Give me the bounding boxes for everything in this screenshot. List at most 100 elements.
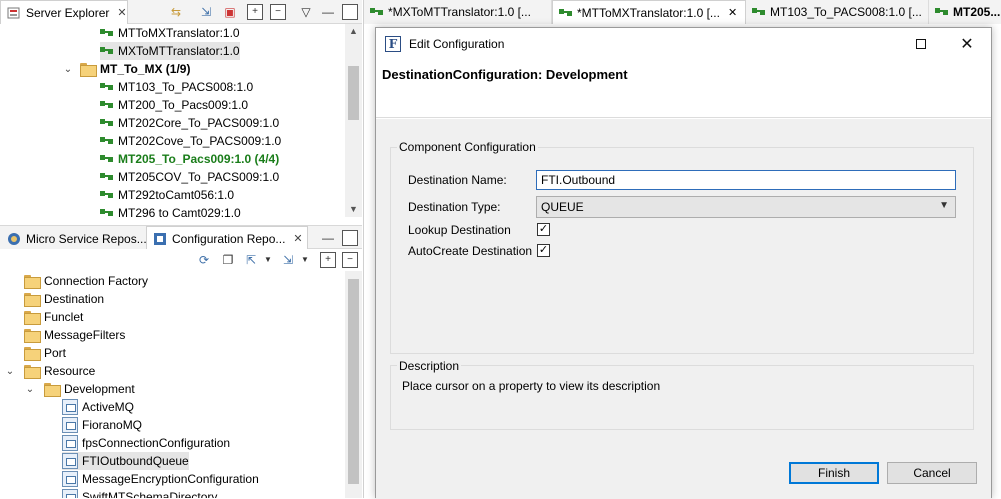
- cancel-button[interactable]: Cancel: [887, 462, 977, 484]
- autocreate-destination-checkbox[interactable]: ✓: [537, 244, 550, 257]
- scroll-thumb[interactable]: [348, 66, 359, 120]
- component-configuration-label: Component Configuration: [397, 140, 538, 154]
- service-icon: [100, 172, 114, 182]
- editor-tab-active[interactable]: *MTToMXTranslator:1.0 [... ✕: [552, 0, 746, 24]
- link-with-editor-icon[interactable]: ⇆: [168, 4, 184, 20]
- expand-all-icon[interactable]: +: [247, 4, 263, 20]
- tree-group-item[interactable]: ⌄ MT_To_MX (1/9): [62, 60, 190, 78]
- micro-service-tab-label: Micro Service Repos...: [26, 231, 147, 246]
- config-toolbar: ⟳ ❐ ⇱ ▼ ⇲ ▼ + −: [0, 249, 362, 271]
- resource-icon: [62, 435, 78, 451]
- export-dropdown-icon[interactable]: ▼: [260, 252, 276, 268]
- import-icon[interactable]: ⇲: [198, 4, 214, 20]
- folder-icon: [24, 275, 41, 289]
- editor-tab[interactable]: MT103_To_PACS008:1.0 [...: [746, 0, 929, 24]
- expand-all-icon[interactable]: +: [320, 252, 336, 268]
- tree-item-label: MessageFilters: [44, 328, 126, 342]
- maximize-window-button[interactable]: [898, 28, 944, 59]
- resource-tree-item[interactable]: fpsConnectionConfiguration: [62, 434, 230, 452]
- folder-tree-item[interactable]: ⌄ Development: [26, 380, 135, 398]
- editor-tab[interactable]: MT205...: [929, 0, 1001, 24]
- destination-name-field[interactable]: FTI.Outbound: [536, 170, 956, 190]
- service-tree-item[interactable]: MT296 to Camt029:1.0: [100, 204, 241, 217]
- service-tree-item[interactable]: MXToMTTranslator:1.0: [100, 42, 240, 60]
- tab-configuration-repository[interactable]: Configuration Repo... ✕: [146, 226, 308, 250]
- service-tree-item[interactable]: MT202Cove_To_PACS009:1.0: [100, 132, 281, 150]
- server-tree-scrollbar[interactable]: ▲ ▼: [345, 24, 362, 217]
- minimize-icon[interactable]: —: [320, 230, 336, 246]
- view-menu-icon[interactable]: ▽: [298, 4, 314, 20]
- tab-server-explorer[interactable]: Server Explorer ✕: [0, 0, 128, 24]
- folder-tree-item[interactable]: Destination: [24, 290, 104, 308]
- close-window-button[interactable]: ✕: [944, 28, 990, 59]
- configuration-repository-icon: [153, 232, 167, 246]
- resource-icon: [62, 453, 78, 469]
- folder-tree-item[interactable]: Port: [24, 344, 66, 362]
- folder-tree-item[interactable]: Connection Factory: [24, 272, 148, 290]
- deploy-icon[interactable]: ▣: [222, 4, 238, 20]
- service-tree-item[interactable]: MTToMXTranslator:1.0: [100, 24, 240, 42]
- service-tree-item[interactable]: MT205COV_To_PACS009:1.0: [100, 168, 279, 186]
- resource-tree-item[interactable]: SwiftMTSchemaDirectory: [62, 488, 217, 498]
- resource-tree-item[interactable]: FioranoMQ: [62, 416, 142, 434]
- config-tree-scrollbar[interactable]: [345, 271, 362, 498]
- service-tree-item[interactable]: MT200_To_Pacs009:1.0: [100, 96, 248, 114]
- tree-item-label: SwiftMTSchemaDirectory: [82, 490, 218, 498]
- config-tree: Connection Factory Destination Funclet Mess…: [0, 271, 362, 498]
- scroll-down-icon[interactable]: ▼: [345, 202, 362, 216]
- service-tree-item[interactable]: MT103_To_PACS008:1.0: [100, 78, 253, 96]
- tree-item-label: MT292toCamt056:1.0: [118, 188, 235, 202]
- finish-button[interactable]: Finish: [789, 462, 879, 484]
- maximize-icon: [916, 38, 926, 49]
- autocreate-destination-label: AutoCreate Destination: [408, 244, 533, 258]
- dialog-titlebar[interactable]: F Edit Configuration ✕: [376, 28, 991, 59]
- folder-tree-item[interactable]: Funclet: [24, 308, 83, 326]
- close-icon[interactable]: ✕: [117, 6, 126, 19]
- service-tree-item[interactable]: MT205_To_Pacs009:1.0 (4/4): [100, 150, 279, 168]
- minimize-icon[interactable]: —: [320, 4, 336, 20]
- resource-tree-item[interactable]: ActiveMQ: [62, 398, 134, 416]
- server-explorer-icon: [7, 6, 21, 20]
- service-icon: [752, 7, 766, 17]
- maximize-icon[interactable]: [342, 230, 358, 246]
- chevron-down-icon[interactable]: ⌄: [24, 384, 36, 395]
- editor-tab[interactable]: *MXToMTTranslator:1.0 [...: [364, 0, 552, 24]
- server-explorer-tabbar: Server Explorer ✕ ⇆ ⇲ ▣ + − ▽ —: [0, 0, 362, 24]
- service-icon: [100, 82, 114, 92]
- tree-item-label: fpsConnectionConfiguration: [82, 436, 231, 450]
- chevron-down-icon[interactable]: ⌄: [4, 366, 16, 377]
- resource-tree-item[interactable]: FTIOutboundQueue: [62, 452, 189, 470]
- copy-icon[interactable]: ❐: [220, 252, 236, 268]
- import-dropdown-icon[interactable]: ▼: [297, 252, 313, 268]
- scroll-up-icon[interactable]: ▲: [345, 24, 362, 38]
- import-icon[interactable]: ⇲: [280, 252, 296, 268]
- resource-icon: [62, 399, 78, 415]
- export-icon[interactable]: ⇱: [243, 252, 259, 268]
- tree-item-label: ActiveMQ: [82, 400, 135, 414]
- collapse-all-icon[interactable]: −: [342, 252, 358, 268]
- tab-micro-service-repository[interactable]: Micro Service Repos...: [0, 226, 147, 250]
- chevron-down-icon[interactable]: ⌄: [62, 64, 74, 75]
- folder-tree-item[interactable]: ⌄ Resource: [6, 362, 95, 380]
- refresh-icon[interactable]: ⟳: [196, 252, 212, 268]
- scroll-thumb[interactable]: [348, 279, 359, 484]
- tree-item-label: MT_To_MX (1/9): [100, 62, 191, 76]
- dialog-body: Component Configuration Destination Name…: [376, 119, 991, 499]
- resource-tree-item[interactable]: MessageEncryptionConfiguration: [62, 470, 259, 488]
- folder-icon: [24, 311, 41, 325]
- folder-tree-item[interactable]: MessageFilters: [24, 326, 125, 344]
- close-icon[interactable]: ✕: [728, 6, 737, 19]
- editor-tabbar: *MXToMTTranslator:1.0 [... *MTToMXTransl…: [363, 0, 1001, 24]
- service-icon: [370, 7, 384, 17]
- service-tree-item[interactable]: MT202Core_To_PACS009:1.0: [100, 114, 279, 132]
- service-icon: [100, 154, 114, 164]
- service-tree-item[interactable]: MT292toCamt056:1.0: [100, 186, 234, 204]
- resource-icon: [62, 471, 78, 487]
- collapse-all-icon[interactable]: −: [270, 4, 286, 20]
- maximize-icon[interactable]: [342, 4, 358, 20]
- lookup-destination-checkbox[interactable]: ✓: [537, 223, 550, 236]
- tree-item-label: MTToMXTranslator:1.0: [118, 26, 240, 40]
- close-icon[interactable]: ✕: [293, 232, 302, 245]
- destination-type-select[interactable]: QUEUE ▼: [536, 196, 956, 218]
- dialog-heading: DestinationConfiguration: Development: [382, 67, 628, 82]
